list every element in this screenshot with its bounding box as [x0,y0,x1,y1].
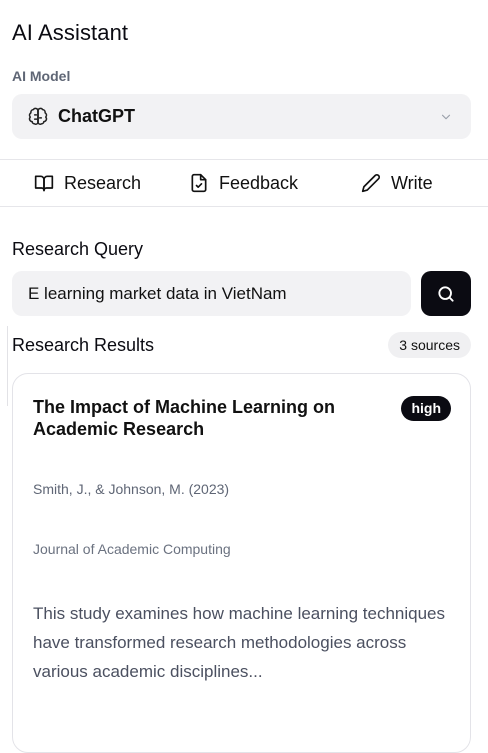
model-label: AI Model [12,68,71,84]
result-abstract: This study examines how machine learning… [33,604,446,681]
tab-research-label: Research [64,172,142,193]
search-button[interactable] [421,271,471,316]
file-check-icon [191,173,207,193]
model-select[interactable]: ChatGPT [12,94,471,139]
search-input[interactable] [12,271,411,316]
research-query-label: Research Query [12,239,144,259]
divider [0,206,488,207]
panel-edge [0,326,8,406]
relevance-badge: high [401,396,451,421]
result-card[interactable]: The Impact of Machine Learning on Academ… [12,373,471,753]
book-open-icon [34,175,54,192]
result-title: The Impact of Machine Learning on Academ… [33,397,336,439]
tab-feedback[interactable]: Feedback [189,160,298,206]
tab-write-label: Write [391,172,433,193]
tab-research[interactable]: Research [34,160,141,206]
tab-write[interactable]: Write [361,160,433,206]
model-selected-value: ChatGPT [58,106,136,126]
result-authors: Smith, J., & Johnson, M. (2023) [33,481,230,497]
search-icon [438,285,454,302]
result-journal: Journal of Academic Computing [33,541,231,557]
tab-feedback-label: Feedback [219,172,299,193]
app-title: AI Assistant [12,20,129,45]
pencil-icon [361,174,380,193]
sources-count-badge: 3 sources [388,332,471,358]
research-results-label: Research Results [12,335,155,355]
chevron-down-icon [441,114,451,120]
brain-icon [28,107,48,125]
